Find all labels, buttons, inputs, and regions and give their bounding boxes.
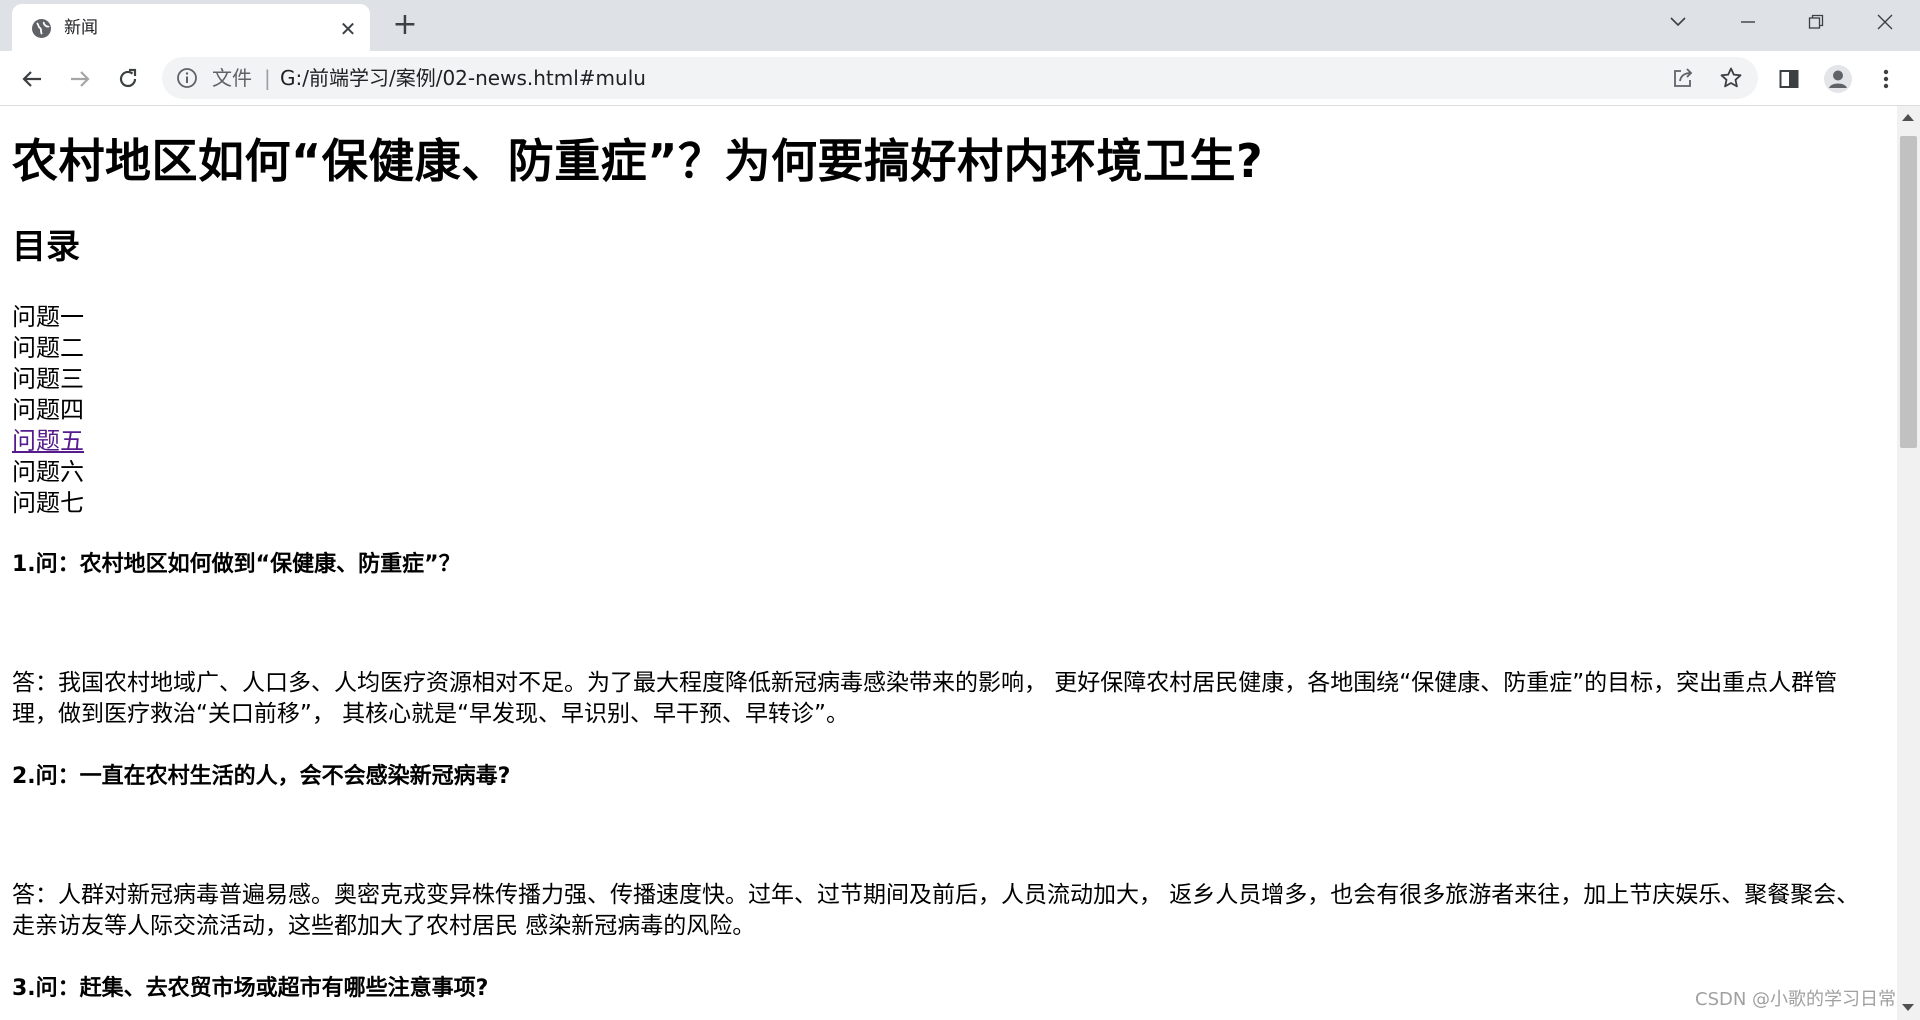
reload-icon[interactable] — [112, 63, 144, 95]
toc-item: 问题二 — [12, 333, 84, 364]
globe-icon — [31, 18, 52, 39]
toc-link-2[interactable]: 问题二 — [12, 333, 84, 364]
scroll-down-arrow-icon[interactable] — [1902, 1004, 1914, 1011]
profile-icon[interactable] — [1822, 63, 1854, 95]
toc-item: 问题一 — [12, 302, 84, 333]
toolbar: 文件 | G:/前端学习/案例/02-news.html#mulu — [0, 51, 1920, 106]
tab-title: 新闻 — [64, 18, 98, 38]
forward-arrow-icon[interactable] — [64, 63, 96, 95]
toc-link-1[interactable]: 问题一 — [12, 302, 84, 333]
side-panel-icon[interactable] — [1773, 63, 1805, 95]
tab-news[interactable]: 新闻 ✕ — [12, 4, 370, 51]
question-2: 2.问：一直在农村生活的人，会不会感染新冠病毒? — [12, 764, 511, 789]
toc-list: 问题一 问题二 问题三 问题四 问题五 问题六 问题七 — [12, 302, 84, 519]
window-close-icon[interactable] — [1855, 4, 1915, 40]
toc-item: 问题五 — [12, 426, 84, 457]
watermark: CSDN @小歌的学习日常 — [1695, 989, 1897, 1010]
minimize-icon[interactable] — [1718, 4, 1778, 40]
close-icon[interactable]: ✕ — [336, 17, 360, 41]
url-scheme-label: 文件 — [212, 66, 252, 90]
plus-icon[interactable]: + — [389, 10, 421, 42]
toc-item: 问题四 — [12, 395, 84, 426]
scroll-up-arrow-icon[interactable] — [1902, 114, 1914, 121]
toc-item: 问题六 — [12, 457, 84, 488]
star-icon[interactable] — [1718, 65, 1744, 91]
answer-1: 答：我国农村地域广、人口多、人均医疗资源相对不足。为了最大程度降低新冠病毒感染带… — [12, 670, 1838, 727]
toc-heading: 目录 — [12, 227, 80, 267]
question-3: 3.问：赶集、去农贸市场或超市有哪些注意事项? — [12, 976, 489, 1001]
vertical-scrollbar[interactable] — [1897, 106, 1920, 1020]
toc-link-6[interactable]: 问题六 — [12, 457, 84, 488]
kebab-menu-icon[interactable] — [1870, 63, 1902, 95]
share-icon[interactable] — [1670, 65, 1696, 91]
tab-strip: 新闻 ✕ + — [0, 0, 1920, 51]
toc-link-5[interactable]: 问题五 — [12, 426, 84, 457]
restore-icon[interactable] — [1786, 4, 1846, 40]
url-text[interactable]: G:/前端学习/案例/02-news.html#mulu — [280, 67, 646, 89]
address-bar[interactable]: 文件 | G:/前端学习/案例/02-news.html#mulu — [162, 57, 1758, 99]
page-viewport: 农村地区如何“保健康、防重症”？为何要搞好村内环境卫生? 目录 问题一 问题二 问题… — [0, 106, 1897, 1020]
scrollbar-thumb[interactable] — [1900, 136, 1917, 448]
url-separator: | — [264, 66, 271, 90]
toc-link-7[interactable]: 问题七 — [12, 488, 84, 519]
answer-2: 答：人群对新冠病毒普遍易感。奥密克戎变异株传播力强、传播速度快。过年、过节期间及… — [12, 882, 1860, 939]
chevron-down-icon[interactable] — [1648, 4, 1708, 40]
page-title: 农村地区如何“保健康、防重症”？为何要搞好村内环境卫生? — [12, 134, 1264, 188]
toc-link-3[interactable]: 问题三 — [12, 364, 84, 395]
info-icon[interactable] — [176, 67, 198, 89]
back-arrow-icon[interactable] — [16, 63, 48, 95]
toc-link-4[interactable]: 问题四 — [12, 395, 84, 426]
toc-item: 问题三 — [12, 364, 84, 395]
toc-item: 问题七 — [12, 488, 84, 519]
question-1: 1.问：农村地区如何做到“保健康、防重症”？ — [12, 552, 461, 577]
